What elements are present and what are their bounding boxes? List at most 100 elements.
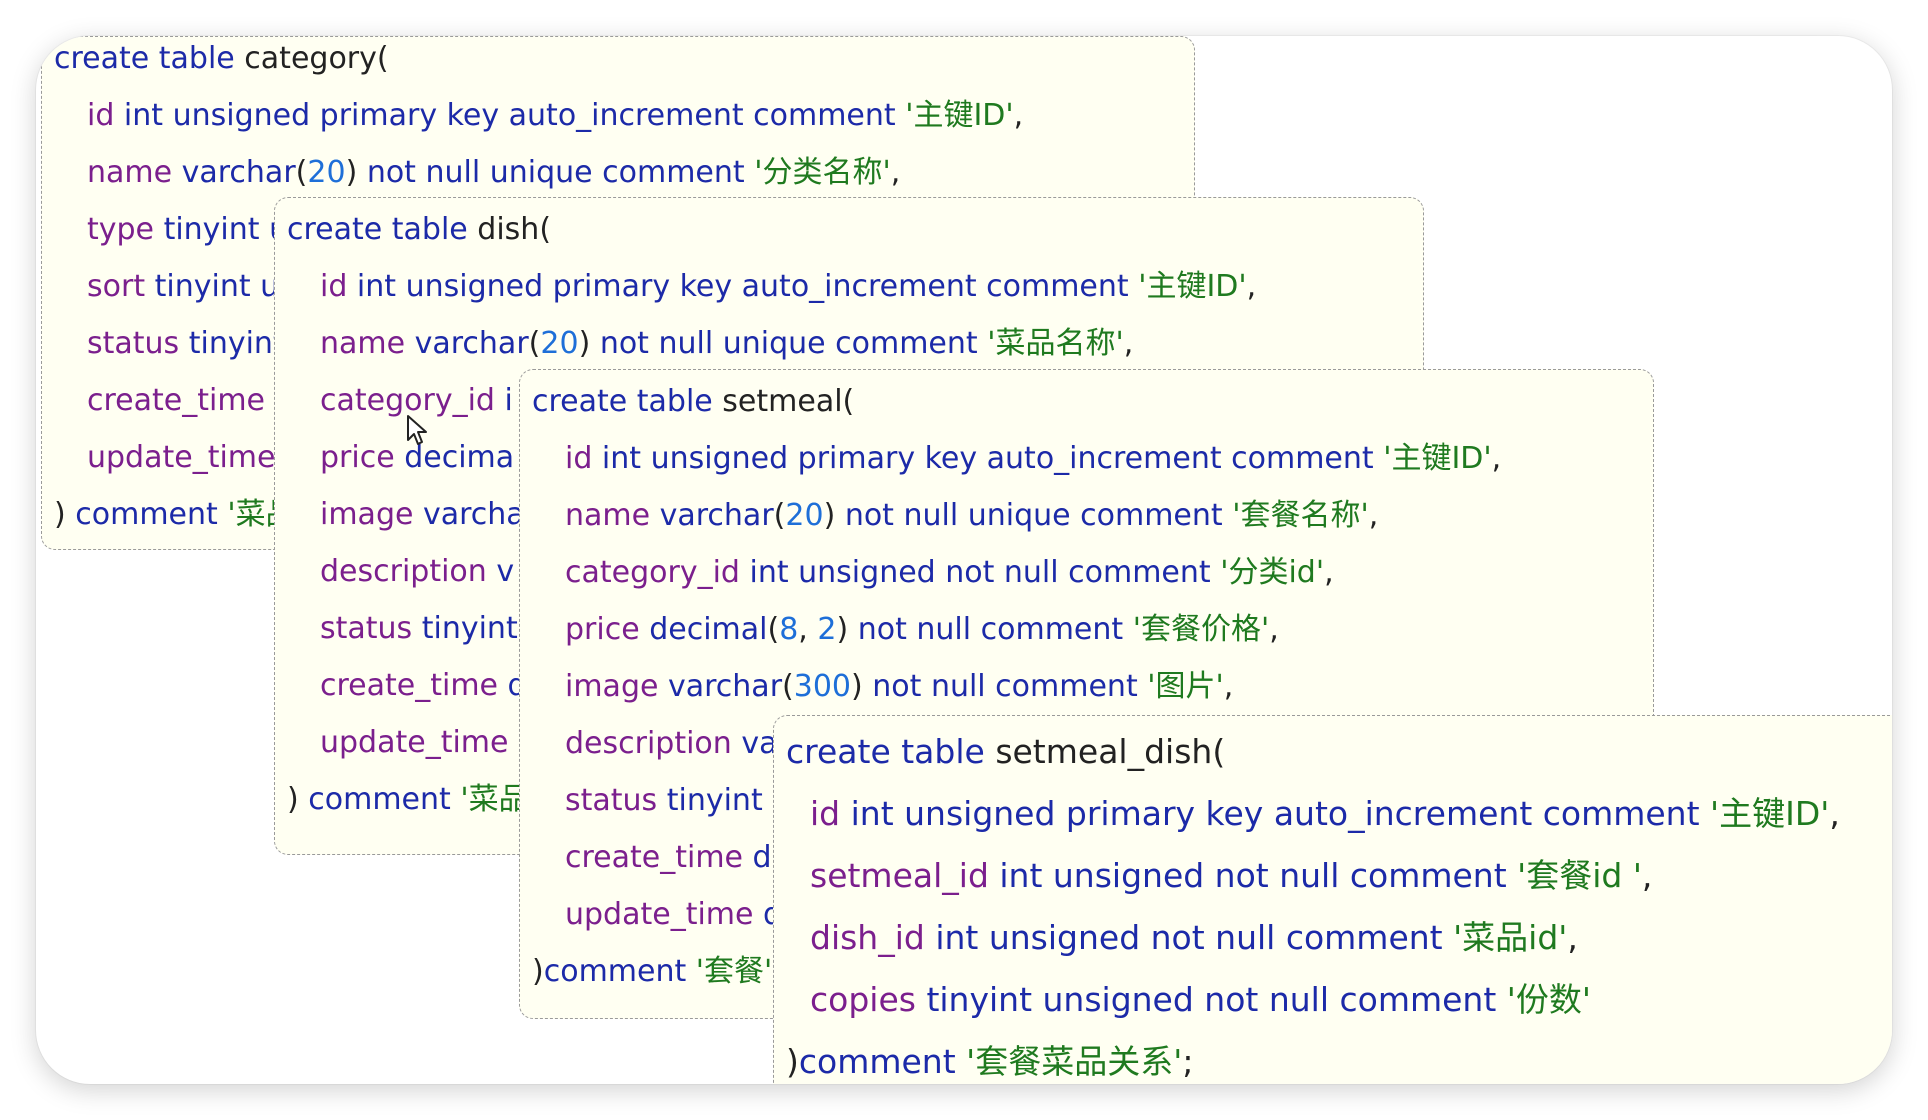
column-definition-line: id int unsigned primary key auto_increme… bbox=[810, 794, 1840, 834]
column-definition-line: status tinyint bbox=[320, 609, 518, 649]
field-name: name bbox=[565, 498, 651, 533]
column-definition-line: sort tinyint u bbox=[87, 267, 279, 307]
sql-keyword: d bbox=[743, 840, 772, 875]
sql-keyword: not null unique comment bbox=[835, 498, 1233, 533]
punctuation: , bbox=[1013, 98, 1024, 133]
column-definition-line: create_time d bbox=[565, 838, 772, 878]
sql-keyword: create table bbox=[54, 41, 245, 76]
sql-keyword: decimal bbox=[639, 612, 768, 647]
field-name: dish_id bbox=[810, 918, 925, 957]
sql-keyword: not null unique comment bbox=[590, 326, 988, 361]
comment-string: '图片' bbox=[1147, 669, 1224, 704]
punctuation: , bbox=[1123, 326, 1134, 361]
comment-string: '分类id' bbox=[1220, 555, 1325, 590]
comment-string: '菜品名称' bbox=[987, 326, 1124, 361]
field-name: description bbox=[320, 554, 487, 589]
punctuation: , bbox=[1269, 612, 1279, 647]
sql-keyword: not null comment bbox=[862, 669, 1148, 704]
comment-string: '主键ID' bbox=[905, 98, 1014, 133]
sql-keyword: varchar bbox=[405, 326, 529, 361]
field-name: status bbox=[565, 783, 658, 818]
punctuation: ( bbox=[1212, 732, 1226, 771]
field-name: status bbox=[87, 326, 180, 361]
column-definition-line: image varcha bbox=[320, 495, 525, 535]
punctuation: ) bbox=[345, 155, 358, 190]
column-definition-line: name varchar(20) not null unique comment… bbox=[320, 324, 1133, 364]
sql-keyword: varchar bbox=[172, 155, 296, 190]
comment-string: '套餐名称' bbox=[1232, 498, 1369, 533]
sql-keyword: create table bbox=[532, 384, 723, 419]
sql-keyword: comment bbox=[75, 497, 228, 532]
comment-string: '套餐菜品关系' bbox=[966, 1042, 1183, 1081]
comment-string: '套餐价格' bbox=[1132, 612, 1270, 647]
field-name: sort bbox=[87, 269, 146, 304]
comment-string: '份数' bbox=[1506, 980, 1591, 1019]
table-name: category bbox=[244, 41, 377, 76]
punctuation: ) bbox=[578, 326, 591, 361]
punctuation: , bbox=[1829, 794, 1840, 833]
column-definition-line: create_time bbox=[87, 381, 265, 421]
punctuation: , bbox=[798, 612, 818, 647]
code-panel-setmeal-dish: create table setmeal_dish(id int unsigne… bbox=[773, 715, 1892, 1084]
table-name: setmeal bbox=[722, 384, 843, 419]
sql-keyword: varchar bbox=[650, 498, 774, 533]
field-name: id bbox=[320, 269, 348, 304]
field-name: name bbox=[320, 326, 406, 361]
punctuation: ( bbox=[842, 384, 855, 419]
create-table-line: create table dish( bbox=[287, 210, 551, 250]
column-definition-line: description va bbox=[565, 724, 778, 764]
sql-keyword: comment bbox=[543, 954, 696, 989]
sql-keyword: tinyint unsigned not null comment bbox=[915, 980, 1507, 1019]
punctuation: ( bbox=[376, 41, 389, 76]
table-comment-line: ) comment '菜品 bbox=[54, 495, 296, 535]
sql-keyword: not null comment bbox=[848, 612, 1133, 647]
field-name: image bbox=[565, 669, 659, 704]
sql-keyword: comment bbox=[308, 782, 461, 817]
punctuation: , bbox=[1491, 441, 1502, 476]
sql-keyword: tinyint bbox=[179, 326, 285, 361]
punctuation: ( bbox=[295, 155, 308, 190]
number-literal: 20 bbox=[540, 326, 579, 361]
sql-keyword: int unsigned primary key auto_increment … bbox=[347, 269, 1139, 304]
column-definition-line: create_time d bbox=[320, 666, 527, 706]
column-definition-line: update_time bbox=[320, 723, 508, 763]
punctuation: , bbox=[1567, 918, 1578, 957]
punctuation: ) bbox=[851, 669, 863, 704]
field-name: update_time bbox=[565, 897, 754, 932]
column-definition-line: id int unsigned primary key auto_increme… bbox=[320, 267, 1256, 307]
punctuation: ) bbox=[836, 612, 849, 647]
field-name: update_time bbox=[87, 440, 276, 475]
comment-string: '主键ID' bbox=[1383, 441, 1492, 476]
field-name: status bbox=[320, 611, 413, 646]
punctuation: ( bbox=[539, 212, 552, 247]
sql-keyword: int unsigned primary key auto_increment … bbox=[840, 794, 1711, 833]
field-name: category_id bbox=[320, 383, 495, 418]
punctuation: ) bbox=[287, 782, 309, 817]
table-comment-line: )comment '套餐菜品关系'; bbox=[786, 1042, 1193, 1082]
punctuation: ( bbox=[773, 498, 786, 533]
column-definition-line: dish_id int unsigned not null comment '菜… bbox=[810, 918, 1578, 958]
number-literal: 8 bbox=[779, 612, 799, 647]
punctuation: ) bbox=[532, 954, 544, 989]
punctuation: ( bbox=[782, 669, 794, 704]
create-table-line: create table setmeal( bbox=[532, 382, 854, 422]
field-name: price bbox=[320, 440, 395, 475]
column-definition-line: update_time bbox=[87, 438, 275, 478]
number-literal: 2 bbox=[817, 612, 837, 647]
punctuation: , bbox=[1246, 269, 1257, 304]
field-name: copies bbox=[810, 980, 916, 1019]
field-name: price bbox=[565, 612, 640, 647]
sql-keyword: int unsigned not null comment bbox=[924, 918, 1454, 957]
sql-keyword: comment bbox=[798, 1042, 967, 1081]
sql-keyword: int unsigned not null comment bbox=[739, 555, 1221, 590]
field-name: create_time bbox=[565, 840, 744, 875]
number-literal: 20 bbox=[785, 498, 824, 533]
punctuation: , bbox=[1368, 498, 1379, 533]
punctuation: , bbox=[1223, 669, 1234, 704]
punctuation: ; bbox=[1182, 1042, 1194, 1081]
column-definition-line: copies tinyint unsigned not null comment… bbox=[810, 980, 1591, 1020]
punctuation: , bbox=[890, 155, 901, 190]
comment-string: '分类名称' bbox=[754, 155, 891, 190]
sql-keyword: tinyint u bbox=[154, 212, 289, 247]
sql-keyword: varchar bbox=[658, 669, 783, 704]
